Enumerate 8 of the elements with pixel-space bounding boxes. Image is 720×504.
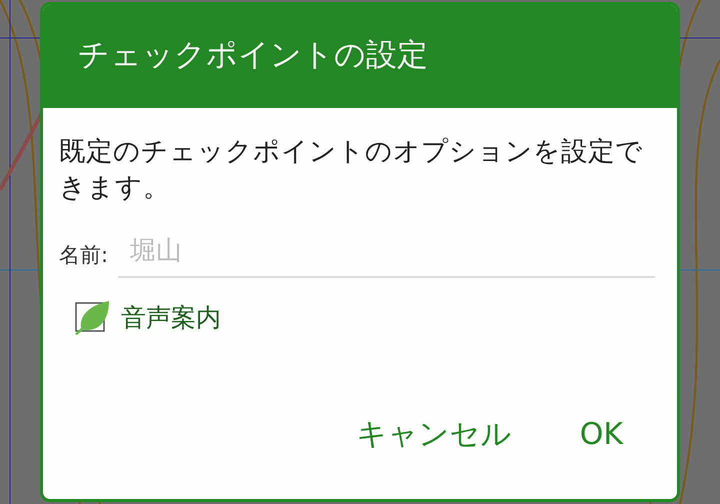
dialog-title: チェックポイントの設定 (78, 36, 428, 75)
checkbox[interactable] (73, 298, 111, 336)
dialog-button[interactable]: OK (576, 410, 627, 459)
name-label: 名前: (59, 242, 108, 269)
dialog-button[interactable]: キャンセル (352, 410, 516, 459)
checkbox-label: 音声案内 (121, 302, 221, 334)
name-field[interactable]: 堀山 (118, 232, 655, 278)
dialog-message: 既定のチェックポイントのオプションを設定できます。 (59, 135, 644, 205)
